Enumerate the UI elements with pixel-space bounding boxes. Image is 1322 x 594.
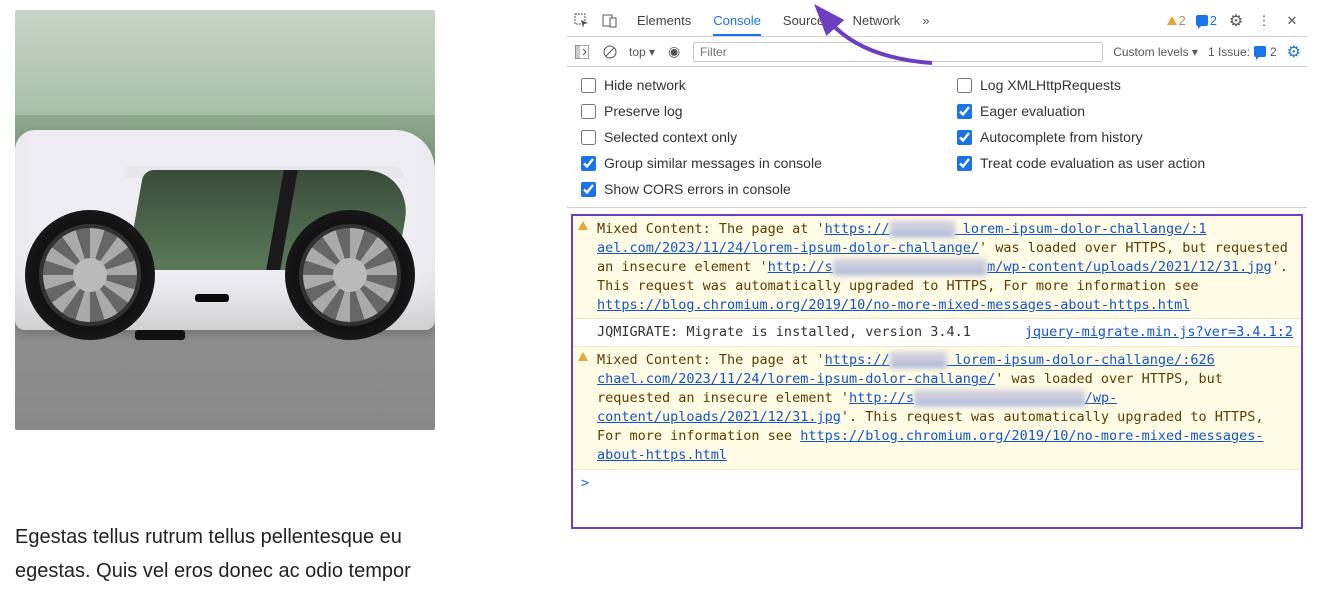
tabs-overflow[interactable]: » (922, 7, 929, 35)
kebab-menu-icon[interactable]: ⋮ (1255, 12, 1273, 30)
levels-label: Custom levels (1113, 45, 1188, 59)
setting-eager-evaluation[interactable]: Eager evaluation (957, 103, 1293, 119)
checkbox[interactable] (581, 78, 596, 93)
tab-network[interactable]: Network (853, 7, 901, 35)
article-image (15, 10, 435, 430)
close-icon[interactable]: ✕ (1283, 12, 1301, 30)
devtools-panel: Elements Console Sources Network » 2 2 ⚙… (567, 5, 1307, 585)
device-toolbar-icon[interactable] (601, 12, 619, 30)
console-settings-panel: Hide network Log XMLHttpRequests Preserve … (567, 67, 1307, 208)
checkbox[interactable] (581, 104, 596, 119)
setting-label: Show CORS errors in console (604, 181, 791, 197)
log-link[interactable]: https://xxxxxxxx lorem-ipsum-dolor-chall… (825, 221, 1207, 237)
checkbox[interactable] (957, 78, 972, 93)
setting-label: Autocomplete from history (980, 129, 1143, 145)
setting-log-xmlhttprequests[interactable]: Log XMLHttpRequests (957, 77, 1293, 93)
devtools-header: Elements Console Sources Network » 2 2 ⚙… (567, 5, 1307, 37)
setting-group-similar-messages-in-console[interactable]: Group similar messages in console (581, 155, 917, 171)
clear-console-icon[interactable] (601, 43, 619, 61)
console-warning-row: Mixed Content: The page at 'https://xxxx… (573, 347, 1301, 469)
checkbox[interactable] (957, 156, 972, 171)
log-link[interactable]: https://xxxxxxx lorem-ipsum-dolor-challa… (825, 352, 1215, 368)
log-link[interactable]: ael.com/2023/11/24/lorem-ipsum-dolor-cha… (597, 240, 979, 256)
setting-label: Treat code evaluation as user action (980, 155, 1205, 171)
log-text: JQMIGRATE: Migrate is installed, version… (597, 324, 971, 340)
setting-label: Hide network (604, 77, 686, 93)
issues-button[interactable]: 1 Issue: 2 (1208, 45, 1277, 59)
issues-count: 2 (1270, 45, 1277, 59)
setting-selected-context-only[interactable]: Selected context only (581, 129, 917, 145)
setting-hide-network[interactable]: Hide network (581, 77, 917, 93)
settings-icon[interactable]: ⚙ (1227, 12, 1245, 30)
warning-icon (578, 221, 588, 230)
console-prompt[interactable]: > (573, 470, 1301, 497)
context-label: top (629, 45, 646, 59)
console-info-row: jquery-migrate.min.js?ver=3.4.1:2 JQMIGR… (573, 319, 1301, 347)
warning-icon (1167, 16, 1177, 25)
context-selector[interactable]: top ▾ (629, 45, 655, 59)
log-source-link[interactable]: jquery-migrate.min.js?ver=3.4.1:2 (1025, 323, 1293, 342)
log-link[interactable]: http://sxxxxxxxxxxxxxxxxxxxm/wp-content/… (768, 259, 1272, 275)
setting-treat-code-evaluation-as-user-action[interactable]: Treat code evaluation as user action (957, 155, 1293, 171)
log-text: Mixed Content: The page at ' (597, 221, 825, 237)
inspect-element-icon[interactable] (573, 12, 591, 30)
setting-label: Selected context only (604, 129, 737, 145)
warnings-count: 2 (1179, 13, 1186, 28)
log-text: Mixed Content: The page at ' (597, 352, 825, 368)
console-toolbar: top ▾ ◉ Custom levels ▾ 1 Issue: 2 ⚙ (567, 37, 1307, 67)
log-link[interactable]: chael.com/2023/11/24/lorem-ipsum-dolor-c… (597, 371, 995, 387)
warnings-badge[interactable]: 2 (1167, 13, 1186, 28)
console-output: Mixed Content: The page at 'https://xxxx… (571, 214, 1303, 529)
checkbox[interactable] (581, 182, 596, 197)
setting-label: Eager evaluation (980, 103, 1085, 119)
live-expression-icon[interactable]: ◉ (665, 43, 683, 61)
log-link[interactable]: https://blog.chromium.org/2019/10/no-mor… (597, 297, 1190, 313)
warning-icon (578, 352, 588, 361)
filter-input[interactable] (693, 42, 1103, 62)
console-settings-icon[interactable]: ⚙ (1287, 42, 1301, 62)
issues-label: 1 Issue: (1208, 45, 1250, 59)
message-icon (1254, 46, 1266, 57)
sidebar-toggle-icon[interactable] (573, 43, 591, 61)
messages-count: 2 (1210, 13, 1217, 28)
tab-elements[interactable]: Elements (637, 7, 691, 35)
devtools-tabs: Elements Console Sources Network » (637, 7, 930, 35)
log-levels-selector[interactable]: Custom levels ▾ (1113, 45, 1198, 59)
message-icon (1196, 15, 1208, 26)
tab-console[interactable]: Console (713, 7, 761, 36)
article-body-text: Egestas tellus rutrum tellus pellentesqu… (15, 520, 455, 588)
messages-badge[interactable]: 2 (1196, 13, 1217, 28)
setting-autocomplete-from-history[interactable]: Autocomplete from history (957, 129, 1293, 145)
checkbox[interactable] (957, 130, 972, 145)
setting-label: Preserve log (604, 103, 683, 119)
setting-show-cors-errors-in-console[interactable]: Show CORS errors in console (581, 181, 1293, 197)
setting-label: Log XMLHttpRequests (980, 77, 1121, 93)
console-warning-row: Mixed Content: The page at 'https://xxxx… (573, 216, 1301, 319)
tab-sources[interactable]: Sources (783, 7, 831, 35)
checkbox[interactable] (581, 130, 596, 145)
checkbox[interactable] (957, 104, 972, 119)
checkbox[interactable] (581, 156, 596, 171)
setting-label: Group similar messages in console (604, 155, 822, 171)
setting-preserve-log[interactable]: Preserve log (581, 103, 917, 119)
